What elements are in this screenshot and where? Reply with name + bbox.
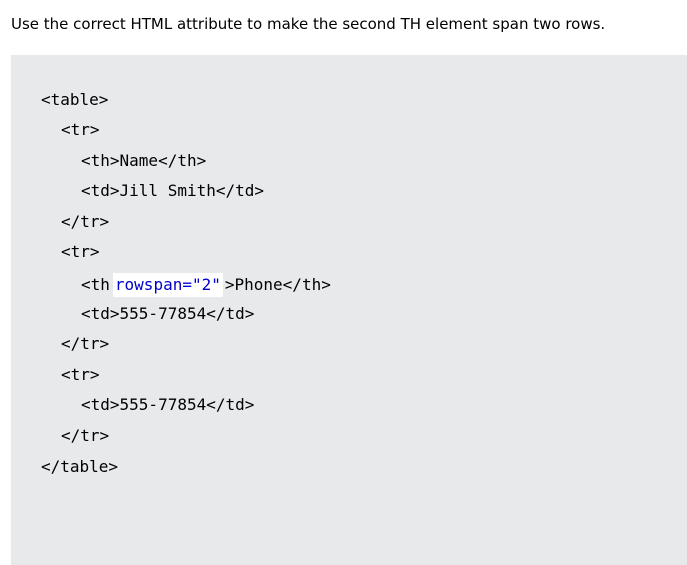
code-th-close-fragment: >Phone</th> [224, 275, 331, 294]
answer-input-field[interactable]: rowspan="2" [112, 273, 223, 297]
code-line-th-name: <th>Name</th> [81, 151, 207, 170]
code-line-tr-open-2: <tr> [61, 242, 100, 261]
code-line-tr-close-1: </tr> [61, 212, 110, 231]
code-line-tr-close-3: </tr> [61, 426, 110, 445]
code-line-td-phone-2: <td>555-77854</td> [81, 395, 255, 414]
code-panel: <table> <tr> <th>Name</th> <td>Jill Smit… [11, 55, 687, 565]
code-line-td-phone-1: <td>555-77854</td> [81, 304, 255, 323]
code-line-table-close: </table> [41, 457, 119, 476]
code-line-tr-open-3: <tr> [61, 365, 100, 384]
code-line-table-open: <table> [41, 90, 109, 109]
code-line-tr-open-1: <tr> [61, 120, 100, 139]
code-line-th-phone: <th rowspan="2" >Phone</th> [81, 273, 331, 297]
exercise-page: Use the correct HTML attribute to make t… [0, 0, 687, 565]
code-line-tr-close-2: </tr> [61, 334, 110, 353]
exercise-instruction: Use the correct HTML attribute to make t… [11, 15, 606, 33]
code-th-open-fragment: <th [81, 275, 110, 294]
code-line-td-jill: <td>Jill Smith</td> [81, 181, 265, 200]
